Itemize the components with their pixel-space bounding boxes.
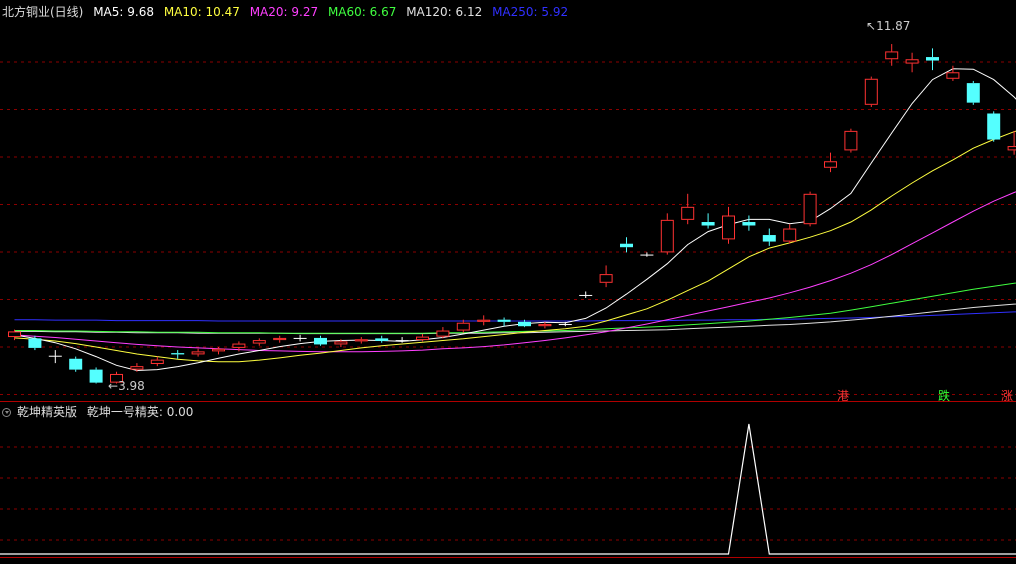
ma20-label: MA20: 9.27 [249, 5, 319, 19]
signal-tag-2: 跌 [938, 389, 951, 403]
chart-canvas [0, 44, 1016, 558]
ma20-line [14, 191, 1016, 353]
candle-body [803, 193, 817, 225]
candle-body [436, 330, 450, 337]
candle-body [701, 222, 715, 226]
candle-body [620, 243, 633, 248]
candle-body [681, 206, 695, 220]
candle-body [783, 228, 797, 242]
low-price-label: ←3.98 [108, 379, 145, 393]
stock-title: 北方铜业(日线) [2, 5, 84, 19]
candle-body [844, 130, 858, 151]
candle-body [538, 324, 552, 327]
candle-body [416, 336, 429, 341]
main-chart-header: 北方铜业(日线) MA5: 9.68 MA10: 10.47 MA20: 9.2… [2, 5, 574, 19]
signal-tag-3: 涨 [1001, 389, 1014, 403]
candle-body [518, 321, 531, 327]
candle-body [273, 337, 287, 341]
ma250-label: MA250: 5.92 [492, 5, 569, 19]
dropdown-circle-icon[interactable] [2, 408, 11, 417]
candle-body [334, 341, 348, 345]
candle-body [864, 78, 878, 105]
candle-body [212, 348, 225, 352]
candle-body [966, 83, 980, 103]
high-price-label: ↖11.87 [866, 19, 911, 33]
indicator-header: 乾坤精英版 乾坤一号精英: 0.00 [2, 405, 199, 419]
candle-body [905, 59, 919, 64]
candle-body [946, 72, 960, 79]
candle-body [293, 337, 307, 339]
candle-body [130, 366, 144, 370]
candle-body [660, 219, 674, 253]
candle-body [191, 351, 205, 355]
ma120-label: MA120: 6.12 [406, 5, 483, 19]
candle-body [171, 353, 185, 355]
candle-body [8, 331, 21, 338]
candle-body [477, 319, 491, 322]
ma5-line [14, 68, 1016, 372]
candle-body [722, 215, 735, 240]
candle-body [232, 343, 246, 348]
signal-tag-1: 港 [837, 389, 850, 403]
candle-body [762, 235, 776, 242]
candle-body [395, 340, 409, 342]
ma10-label: MA10: 10.47 [163, 5, 240, 19]
candle-body [89, 369, 103, 383]
candle-body [579, 294, 593, 296]
ma60-label: MA60: 6.67 [327, 5, 397, 19]
candle-body [456, 322, 470, 331]
candle-body [48, 355, 62, 357]
candle-body [354, 339, 368, 342]
candle-body [558, 324, 572, 326]
candle-body [824, 161, 837, 168]
candle-body [1007, 146, 1016, 151]
ma10-line [14, 130, 1016, 363]
candle-body [314, 337, 327, 345]
candle-body [926, 57, 939, 61]
candle-body [885, 51, 899, 60]
candle-body [599, 274, 613, 283]
candle-body [69, 358, 83, 370]
candle-body [375, 338, 389, 341]
ma5-label: MA5: 9.68 [93, 5, 154, 19]
candle-body [28, 338, 42, 348]
candle-body [987, 113, 1001, 140]
ma250-line [14, 311, 1016, 322]
candle-body [497, 319, 511, 322]
indicator-name[interactable]: 乾坤精英版 [17, 405, 77, 419]
candle-body [150, 359, 164, 364]
candle-body [742, 222, 756, 226]
candle-body [252, 340, 266, 344]
indicator-line [0, 423, 1016, 555]
indicator-value-label: 乾坤一号精英: 0.00 [86, 405, 194, 419]
candle-body [640, 254, 654, 256]
